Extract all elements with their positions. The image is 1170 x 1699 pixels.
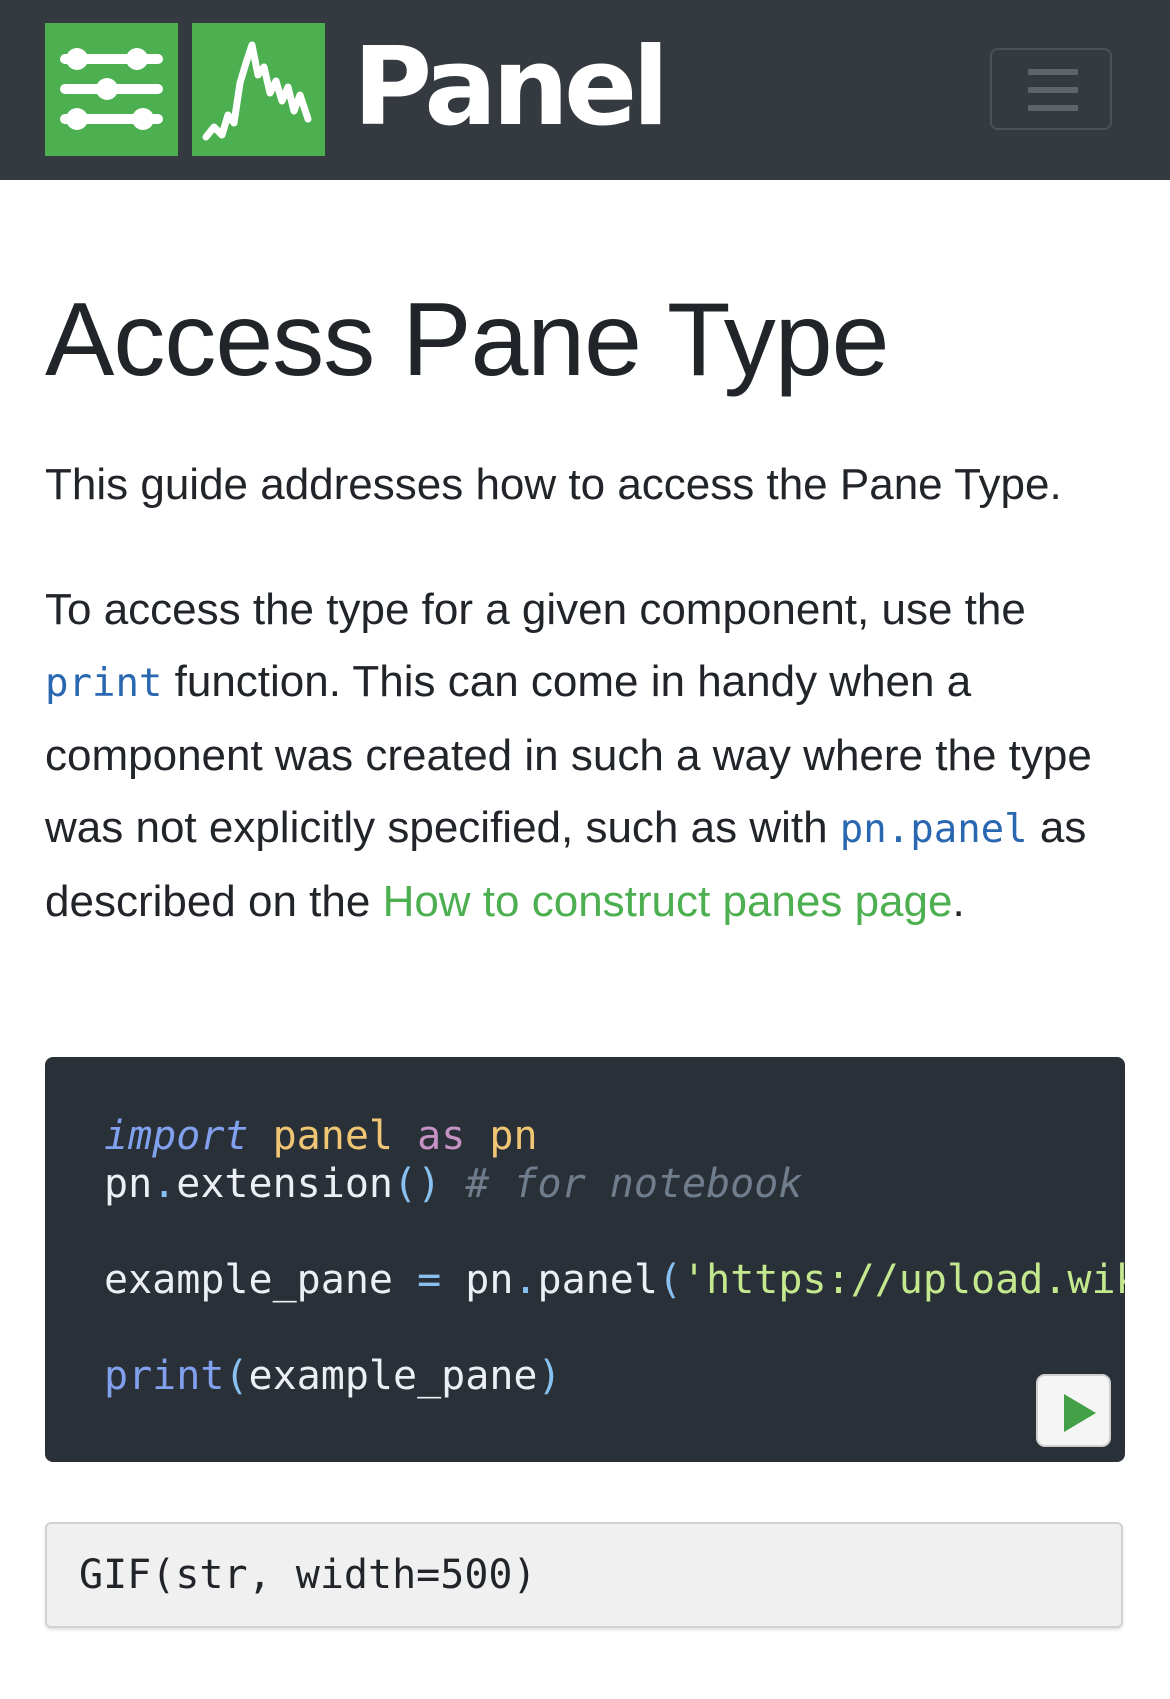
menu-bar [1028, 69, 1078, 75]
navbar: Panel [0, 0, 1170, 180]
line-chart-icon[interactable] [192, 23, 325, 156]
body-paragraph: To access the type for a given component… [45, 574, 1125, 938]
body-text: . [952, 877, 965, 926]
keyword-import: import [104, 1113, 249, 1159]
hamburger-menu-icon[interactable] [990, 48, 1112, 130]
brand-name[interactable]: Panel [353, 28, 669, 148]
code-string: 'https://upload.wikimedia.org/wikipedia/… [682, 1257, 1125, 1303]
construct-panes-link[interactable]: How to construct panes page [383, 877, 953, 926]
code-comment: # for notebook [465, 1161, 803, 1207]
code-cell[interactable]: import panel as pn pn.extension() # for … [45, 1057, 1125, 1462]
code-identifier: pn [465, 1257, 514, 1303]
inline-code-pn-panel: pn.panel [839, 807, 1028, 852]
run-code-button[interactable] [1036, 1374, 1111, 1447]
code-builtin: print [104, 1353, 225, 1399]
code-identifier: pn [104, 1161, 153, 1207]
page-title: Access Pane Type [45, 282, 889, 398]
code-punct: ( [224, 1353, 249, 1399]
code-identifier: example_pane [248, 1353, 538, 1399]
code-identifier: extension [176, 1161, 394, 1207]
menu-bar [1028, 87, 1078, 93]
code-identifier: example_pane [104, 1257, 393, 1303]
code-identifier: panel [537, 1257, 658, 1303]
intro-paragraph: This guide addresses how to access the P… [45, 460, 1062, 509]
keyword-as: as [417, 1113, 466, 1159]
code-operator: = [417, 1257, 442, 1303]
code-output: GIF(str, width=500) [45, 1522, 1123, 1628]
code-punct: . [513, 1257, 538, 1303]
module-name: panel [272, 1113, 394, 1159]
inline-code-print: print [45, 661, 163, 706]
menu-bar [1028, 105, 1078, 111]
play-icon [1064, 1394, 1096, 1432]
body-text: To access the type for a given component… [45, 585, 1026, 634]
sliders-icon[interactable] [45, 23, 178, 156]
module-alias: pn [489, 1113, 538, 1159]
output-text: GIF(str, width=500) [79, 1552, 537, 1598]
code-punct: () [393, 1161, 442, 1207]
code-punct: ) [537, 1353, 562, 1399]
code-punct: . [152, 1161, 177, 1207]
code-source: import panel as pn pn.extension() # for … [104, 1112, 1125, 1400]
code-punct: ( [657, 1257, 683, 1303]
